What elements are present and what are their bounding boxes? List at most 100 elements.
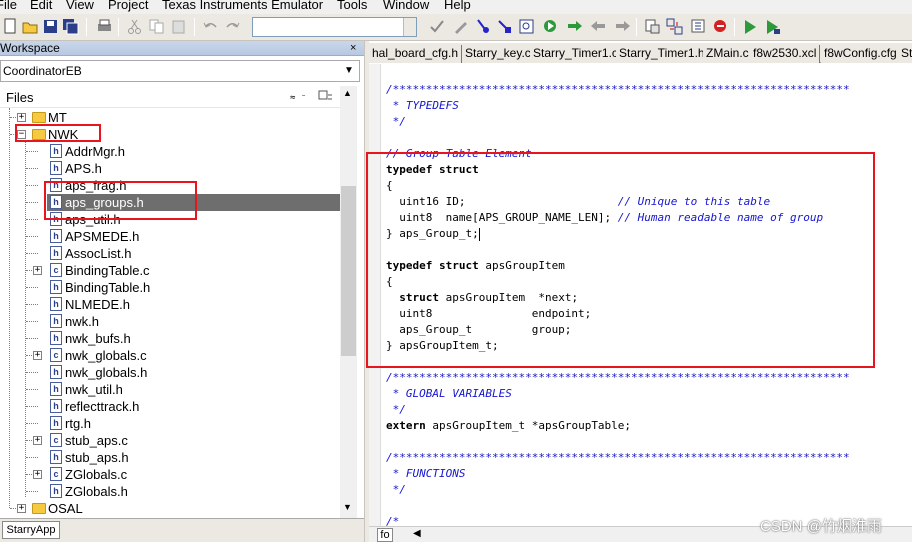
- menu-item-view[interactable]: View: [66, 0, 94, 12]
- configuration-select[interactable]: CoordinatorEB ▼: [0, 60, 360, 82]
- tree-file[interactable]: h stub_aps.h: [0, 449, 340, 466]
- workspace-title-bar: Workspace ×: [0, 41, 364, 56]
- paste-icon[interactable]: [170, 18, 187, 35]
- menu-item-window[interactable]: Window: [383, 0, 429, 12]
- sort-icon[interactable]: ≈ ⁻: [290, 90, 306, 105]
- menu-item-file[interactable]: File: [0, 0, 17, 12]
- menu-item-tools[interactable]: Tools: [337, 0, 367, 12]
- find-in-files-icon[interactable]: [496, 18, 513, 35]
- copy-icon[interactable]: [148, 18, 165, 35]
- header-file-icon: h: [50, 399, 62, 413]
- back-arrow-icon[interactable]: [590, 18, 607, 35]
- tree-item-label: BindingTable.h: [65, 280, 151, 295]
- step-arrow-icon[interactable]: [614, 18, 631, 35]
- pencil-icon[interactable]: [452, 18, 469, 35]
- expand-icon[interactable]: +: [17, 504, 26, 513]
- rebuild-icon[interactable]: [690, 18, 707, 35]
- expand-icon[interactable]: +: [33, 351, 42, 360]
- check-icon[interactable]: [428, 18, 445, 35]
- scroll-up-icon[interactable]: ▲: [343, 88, 352, 98]
- toggle-breakpoint-icon[interactable]: [474, 18, 491, 35]
- header-file-icon: h: [50, 229, 62, 243]
- editor-tab[interactable]: ZMain.c: [703, 45, 753, 63]
- expand-icon[interactable]: +: [17, 113, 26, 122]
- annotation-box-nwk: [15, 124, 101, 142]
- expand-icon[interactable]: +: [33, 470, 42, 479]
- tree-file[interactable]: + c BindingTable.c: [0, 262, 340, 279]
- scroll-thumb[interactable]: [341, 186, 356, 356]
- new-file-icon[interactable]: [2, 18, 19, 35]
- header-file-icon: h: [50, 314, 62, 328]
- editor-tab[interactable]: hal_board_cfg.h: [369, 45, 463, 63]
- tree-file[interactable]: h nwk_globals.h: [0, 364, 340, 381]
- save-all-icon[interactable]: [62, 18, 79, 35]
- tree-item-label: NLMEDE.h: [65, 297, 131, 312]
- stop-build-icon[interactable]: [712, 18, 729, 35]
- code-line: */: [386, 402, 406, 418]
- tree-file[interactable]: h BindingTable.h: [0, 279, 340, 296]
- code-line: /***************************************…: [386, 82, 850, 98]
- tree-item-label: AssocList.h: [65, 246, 132, 261]
- tree-file[interactable]: h AssocList.h: [0, 245, 340, 262]
- debug-without-download-icon[interactable]: [764, 18, 781, 35]
- expand-icon[interactable]: +: [33, 266, 42, 275]
- tree-file[interactable]: + c nwk_globals.c: [0, 347, 340, 364]
- toolbar-separator: [194, 18, 195, 36]
- options-icon[interactable]: [318, 90, 334, 105]
- tree-file[interactable]: h ZGlobals.h: [0, 483, 340, 500]
- workspace-title: Workspace: [0, 41, 60, 55]
- code-comment: * TYPEDEFS: [386, 99, 459, 112]
- tree-file[interactable]: h AddrMgr.h: [0, 143, 340, 160]
- tree-file[interactable]: + c ZGlobals.c: [0, 466, 340, 483]
- editor-tab-bar: hal_board_cfg.h Starry_key.c Starry_Timer1…: [369, 43, 912, 63]
- open-folder-icon[interactable]: [22, 18, 39, 35]
- make-icon[interactable]: [666, 18, 683, 35]
- tree-item-label: ZGlobals.c: [65, 467, 128, 482]
- chevron-down-icon[interactable]: ▼: [341, 62, 357, 80]
- code-comment: */: [386, 403, 406, 416]
- header-file-icon: h: [50, 382, 62, 396]
- undo-icon[interactable]: [202, 18, 219, 35]
- workspace-vertical-scrollbar[interactable]: ▲ ▼: [340, 86, 357, 518]
- download-and-debug-icon[interactable]: [742, 18, 759, 35]
- expand-icon[interactable]: +: [33, 436, 42, 445]
- tree-file[interactable]: h nwk.h: [0, 313, 340, 330]
- scroll-left-icon[interactable]: ◀: [413, 528, 421, 539]
- close-icon[interactable]: ×: [350, 41, 356, 56]
- forward-arrow-icon[interactable]: [566, 18, 583, 35]
- tree-item-label: OSAL: [48, 501, 83, 516]
- print-icon[interactable]: [96, 18, 113, 35]
- menu-item-texas-instruments-emulator[interactable]: Texas Instruments Emulator: [162, 0, 323, 12]
- tree-folder[interactable]: + OSAL: [0, 500, 340, 517]
- tree-file[interactable]: h NLMEDE.h: [0, 296, 340, 313]
- find-combobox[interactable]: [252, 17, 417, 37]
- go-icon[interactable]: [542, 18, 559, 35]
- tree-file[interactable]: h APSMEDE.h: [0, 228, 340, 245]
- tree-file[interactable]: h APS.h: [0, 160, 340, 177]
- redo-icon[interactable]: [224, 18, 241, 35]
- editor-tab[interactable]: f8w2530.xcl: [750, 45, 821, 63]
- menu-item-help[interactable]: Help: [444, 0, 471, 12]
- tree-file[interactable]: + c stub_aps.c: [0, 432, 340, 449]
- c-file-icon: c: [50, 467, 62, 481]
- tab-starryapp[interactable]: StarryApp: [2, 521, 60, 539]
- save-icon[interactable]: [42, 18, 59, 35]
- compile-icon[interactable]: [644, 18, 661, 35]
- editor-tab[interactable]: f8wConfig.cfg: [821, 45, 901, 63]
- browse-icon[interactable]: [518, 18, 535, 35]
- editor-tab[interactable]: Starry_key.c: [462, 45, 535, 63]
- folder-icon: [32, 112, 46, 123]
- find-combobox-dropdown[interactable]: [403, 18, 416, 36]
- menu-item-project[interactable]: Project: [108, 0, 148, 12]
- editor-tab[interactable]: St: [898, 45, 912, 63]
- menu-item-edit[interactable]: Edit: [30, 0, 52, 12]
- editor-tab[interactable]: Starry_Timer1.c: [530, 45, 622, 63]
- editor-tab[interactable]: Starry_Timer1.h: [616, 45, 709, 63]
- code-comment: /***************************************…: [386, 451, 850, 464]
- tree-file[interactable]: h nwk_bufs.h: [0, 330, 340, 347]
- cut-icon[interactable]: [126, 18, 143, 35]
- scroll-down-icon[interactable]: ▼: [343, 502, 352, 512]
- tree-file[interactable]: h reflecttrack.h: [0, 398, 340, 415]
- tree-file[interactable]: h rtg.h: [0, 415, 340, 432]
- tree-file[interactable]: h nwk_util.h: [0, 381, 340, 398]
